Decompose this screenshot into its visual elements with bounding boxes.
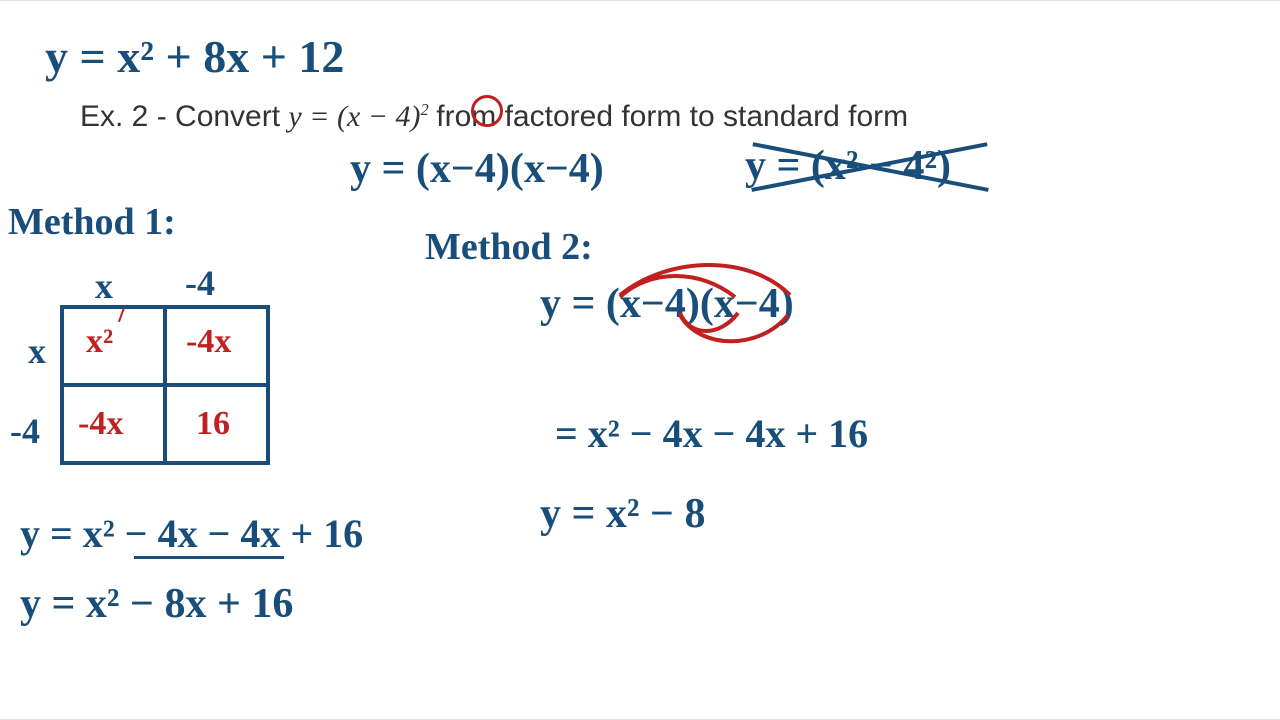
exponent-circle-annotation bbox=[471, 95, 503, 127]
area-model-cell-1-0: -4x bbox=[78, 405, 123, 443]
method-2-factored: y = (x−4)(x−4) bbox=[540, 280, 794, 328]
area-model-grid: x² -4x -4x 16 bbox=[60, 305, 270, 465]
area-model-col-header-1: -4 bbox=[185, 262, 215, 304]
example-tail: from factored form to standard form bbox=[436, 100, 908, 133]
method-1-step-2: y = x² − 8x + 16 bbox=[20, 580, 293, 628]
equation-expanded-factored: y = (x−4)(x−4) bbox=[350, 145, 604, 193]
method-1-heading: Method 1: bbox=[8, 200, 176, 244]
equation-wrong-expansion: y = (x² − 4²) bbox=[745, 142, 951, 190]
combine-like-terms-underline bbox=[134, 556, 284, 559]
equation-original: y = x² + 8x + 12 bbox=[45, 30, 344, 83]
method-2-step-2: y = x² − 8 bbox=[540, 490, 705, 538]
method-2-step-1: = x² − 4x − 4x + 16 bbox=[555, 410, 868, 457]
method-2-heading: Method 2: bbox=[425, 225, 593, 269]
area-model-col-header-0: x bbox=[95, 265, 113, 307]
area-model-cell-0-1: -4x bbox=[186, 323, 231, 361]
method-1-step-1: y = x² − 4x − 4x + 16 bbox=[20, 510, 363, 557]
area-model-row-header-1: -4 bbox=[10, 410, 40, 452]
area-model-row-header-0: x bbox=[28, 330, 46, 372]
area-model-cell-1-1: 16 bbox=[196, 405, 230, 443]
example-equation: y = (x − 4)2 bbox=[288, 100, 436, 133]
area-model-cell-0-0: x² bbox=[86, 323, 113, 361]
example-label: Ex. 2 - Convert bbox=[80, 100, 288, 133]
